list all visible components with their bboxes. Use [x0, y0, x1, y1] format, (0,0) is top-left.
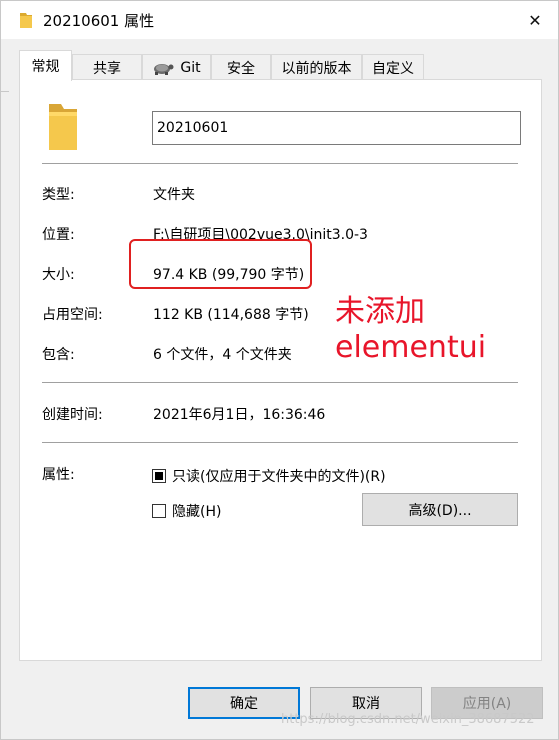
created-value: 2021年6月1日，16:36:46 [153, 407, 326, 423]
annotation-text-line1: 未添加 [335, 294, 425, 329]
disk-size-label: 占用空间: [42, 307, 103, 323]
contains-value: 6 个文件，4 个文件夹 [153, 347, 292, 363]
readonly-checkbox[interactable] [152, 469, 166, 483]
tab-label: 常规 [31, 59, 60, 75]
folder-icon [20, 13, 32, 28]
hidden-checkbox[interactable] [152, 504, 166, 518]
tab-label: 自定义 [372, 60, 414, 77]
tab-label: 共享 [93, 60, 121, 77]
tab-label: 安全 [227, 60, 255, 77]
general-tab-panel: 类型: 文件夹 位置: F:\自研项目\002vue3.0\init3.0-3 … [19, 79, 542, 661]
folder-name-input[interactable] [152, 111, 521, 145]
tab-previous-versions[interactable]: 以前的版本 [271, 54, 362, 80]
tab-sharing[interactable]: 共享 [72, 54, 142, 80]
attributes-label: 属性: [42, 467, 75, 483]
hidden-label[interactable]: 隐藏(H) [172, 501, 221, 521]
divider [42, 163, 518, 164]
close-icon: ✕ [528, 10, 542, 30]
ok-button-label: 确定 [230, 696, 258, 712]
title-bar: 20210601 属性 ✕ [1, 1, 558, 39]
advanced-button-label: 高级(D)... [408, 502, 472, 519]
tab-general[interactable]: 常规 [19, 50, 72, 81]
git-tortoise-icon [154, 63, 174, 75]
type-label: 类型: [42, 187, 75, 203]
tab-label: Git [180, 59, 201, 76]
tab-label: 以前的版本 [281, 60, 352, 77]
type-value: 文件夹 [153, 187, 195, 203]
readonly-label[interactable]: 只读(仅应用于文件夹中的文件)(R) [172, 466, 386, 486]
divider [42, 442, 518, 443]
close-button[interactable]: ✕ [512, 1, 558, 39]
created-label: 创建时间: [42, 407, 103, 423]
disk-size-value: 112 KB (114,688 字节) [153, 307, 309, 323]
watermark: https://blog.csdn.net/weixin_38687522 [281, 712, 535, 727]
divider [42, 382, 518, 383]
properties-window: 20210601 属性 ✕ 常规 共享 Git 安全 以前的版本 自定义 202… [0, 0, 559, 740]
tab-security[interactable]: 安全 [211, 54, 271, 80]
cancel-button-label: 取消 [352, 696, 380, 712]
annotation-highlight-box [129, 239, 312, 289]
size-label: 大小: [42, 267, 75, 283]
tab-git[interactable]: Git [142, 54, 211, 80]
window-title: 20210601 属性 [43, 12, 155, 30]
contains-label: 包含: [42, 347, 75, 363]
tab-customize[interactable]: 自定义 [362, 54, 424, 80]
apply-button-label: 应用(A) [462, 696, 512, 712]
location-label: 位置: [42, 227, 75, 243]
advanced-button[interactable]: 高级(D)... [362, 493, 518, 526]
folder-icon [49, 104, 77, 150]
background-line [1, 91, 9, 92]
annotation-text-line2: elementui [335, 330, 487, 365]
